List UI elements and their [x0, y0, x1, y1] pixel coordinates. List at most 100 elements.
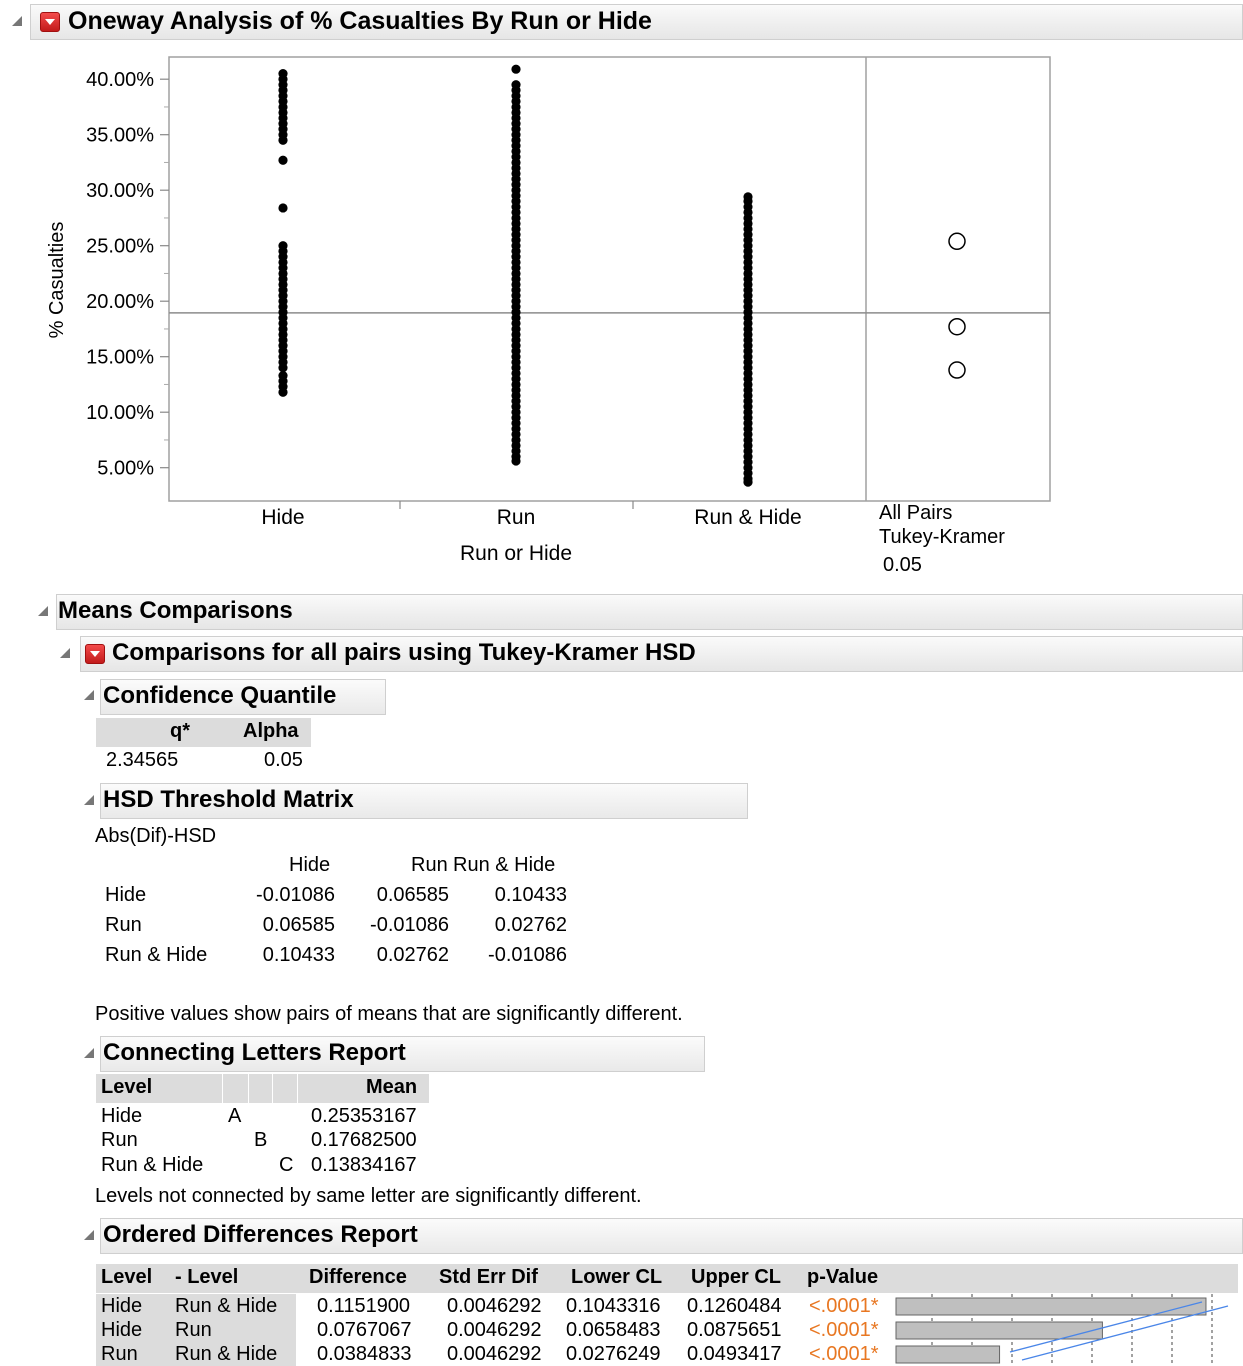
cl-level: Hide	[101, 1105, 143, 1127]
disclosure-triangle-icon[interactable]	[84, 690, 94, 700]
cl-note: Levels not connected by same letter are …	[95, 1185, 642, 1207]
y-tick-label: 15.00%	[86, 347, 154, 369]
cl-header-level: Level	[101, 1076, 153, 1098]
means-comparisons-title: Means Comparisons	[58, 597, 293, 624]
data-point	[743, 192, 753, 202]
difference-bar	[895, 1345, 1001, 1364]
cl-header-mean: Mean	[366, 1076, 418, 1098]
x-tick-label: Hide	[261, 506, 304, 529]
od-cell-p: <.0001*	[809, 1319, 879, 1341]
red-triangle-menu-icon[interactable]	[85, 644, 105, 664]
hsd-note: Positive values show pairs of means that…	[95, 1003, 683, 1025]
od-header: Difference	[309, 1266, 407, 1288]
cq-value-q: 2.34565	[106, 749, 179, 771]
od-header: Level	[101, 1266, 153, 1288]
od-cell-level: Hide	[101, 1295, 143, 1317]
od-cell-lcl: 0.0276249	[566, 1343, 661, 1365]
od-cell-se: 0.0046292	[447, 1343, 542, 1365]
disclosure-triangle-icon[interactable]	[84, 1048, 94, 1058]
cl-mean: 0.13834167	[311, 1154, 417, 1176]
ordered-differences-title: Ordered Differences Report	[103, 1221, 418, 1248]
hsd-subtitle: Abs(Dif)-HSD	[95, 825, 217, 847]
x-tick-label: Run	[497, 506, 536, 529]
ordered-differences-bars	[895, 1294, 1234, 1366]
disclosure-triangle-icon[interactable]	[12, 16, 22, 26]
cl-header-divider	[248, 1074, 249, 1103]
plot-frame	[168, 56, 1051, 502]
od-cell-p: <.0001*	[809, 1343, 879, 1365]
data-point	[278, 155, 288, 165]
connecting-letters-title: Connecting Letters Report	[103, 1039, 406, 1066]
disclosure-triangle-icon[interactable]	[84, 795, 94, 805]
od-cell-ucl: 0.1260484	[687, 1295, 782, 1317]
hsd-col-runhide: Run & Hide	[453, 854, 556, 876]
od-cell-diff: 0.0384833	[317, 1343, 412, 1365]
tukey-title: Comparisons for all pairs using Tukey-Kr…	[112, 639, 696, 666]
oneway-chart: 5.00% 10.00% 15.00% 20.00% 25.00% 30.00% 35.00…	[46, 56, 1051, 576]
data-point	[278, 241, 288, 251]
od-cell-level: Hide	[101, 1319, 143, 1341]
y-tick-label: 40.00%	[86, 69, 154, 91]
data-point	[511, 80, 521, 90]
od-cell-ucl: 0.0493417	[687, 1343, 782, 1365]
hsd-row-label: Run	[105, 914, 142, 936]
red-triangle-menu-icon[interactable]	[40, 12, 60, 32]
od-header: p-Value	[807, 1266, 879, 1288]
hsd-cell: -0.01086	[488, 944, 567, 966]
report-title: Oneway Analysis of % Casualties By Run o…	[68, 7, 652, 35]
cl-mean: 0.17682500	[311, 1129, 417, 1151]
hsd-cell: 0.06585	[262, 914, 335, 936]
cl-header-divider	[272, 1074, 273, 1103]
confidence-quantile-title: Confidence Quantile	[103, 682, 337, 709]
hsd-cell: 0.10433	[262, 944, 335, 966]
hsd-cell: -0.01086	[256, 884, 335, 906]
cl-letter: A	[228, 1105, 242, 1127]
comparison-label-line2: Tukey-Kramer	[879, 526, 1005, 548]
cl-header-divider	[297, 1074, 298, 1103]
y-tick-label: 20.00%	[86, 291, 154, 313]
y-tick-label: 30.00%	[86, 180, 154, 202]
y-axis-label: % Casualties	[46, 222, 68, 339]
comparison-alpha: 0.05	[883, 554, 922, 576]
cq-value-alpha: 0.05	[264, 749, 303, 771]
od-header: Lower CL	[571, 1266, 663, 1288]
data-point	[278, 203, 288, 213]
cl-header-divider	[222, 1074, 223, 1103]
hsd-cell: 0.02762	[494, 914, 567, 936]
x-axis-label: Run or Hide	[460, 542, 572, 565]
disclosure-triangle-icon[interactable]	[84, 1230, 94, 1240]
cq-header-alpha: Alpha	[243, 720, 299, 742]
comparison-circle[interactable]	[948, 361, 966, 379]
cl-mean: 0.25353167	[311, 1105, 417, 1127]
hsd-col-run: Run	[411, 854, 448, 876]
od-cell-p: <.0001*	[809, 1295, 879, 1317]
od-header: Std Err Dif	[439, 1266, 538, 1288]
hsd-cell: -0.01086	[370, 914, 449, 936]
od-header: - Level	[175, 1266, 239, 1288]
od-cell-minus: Run & Hide	[175, 1343, 278, 1365]
y-tick-label: 25.00%	[86, 236, 154, 258]
y-tick-label: 5.00%	[97, 458, 154, 480]
od-cell-diff: 0.1151900	[317, 1295, 411, 1317]
od-cell-lcl: 0.0658483	[566, 1319, 661, 1341]
od-cell-minus: Run	[175, 1319, 212, 1341]
od-cell-level: Run	[101, 1343, 138, 1365]
y-tick-label: 35.00%	[86, 125, 154, 147]
hsd-col-hide: Hide	[289, 854, 331, 876]
hsd-cell: 0.02762	[376, 944, 449, 966]
hsd-cell: 0.06585	[376, 884, 449, 906]
disclosure-triangle-icon[interactable]	[60, 648, 70, 658]
od-cell-diff: 0.0767067	[317, 1319, 412, 1341]
hsd-row-label: Hide	[105, 884, 147, 906]
comparison-circle[interactable]	[948, 232, 966, 251]
y-tick-label: 10.00%	[86, 402, 154, 424]
disclosure-triangle-icon[interactable]	[38, 606, 48, 616]
cl-level: Run & Hide	[101, 1154, 204, 1176]
comparison-label-line1: All Pairs	[879, 502, 952, 524]
cl-letter: B	[254, 1129, 268, 1151]
cl-level: Run	[101, 1129, 138, 1151]
data-point	[511, 64, 521, 74]
comparison-circle[interactable]	[948, 317, 966, 336]
cq-header-q: q*	[170, 720, 190, 742]
od-cell-se: 0.0046292	[447, 1295, 542, 1317]
